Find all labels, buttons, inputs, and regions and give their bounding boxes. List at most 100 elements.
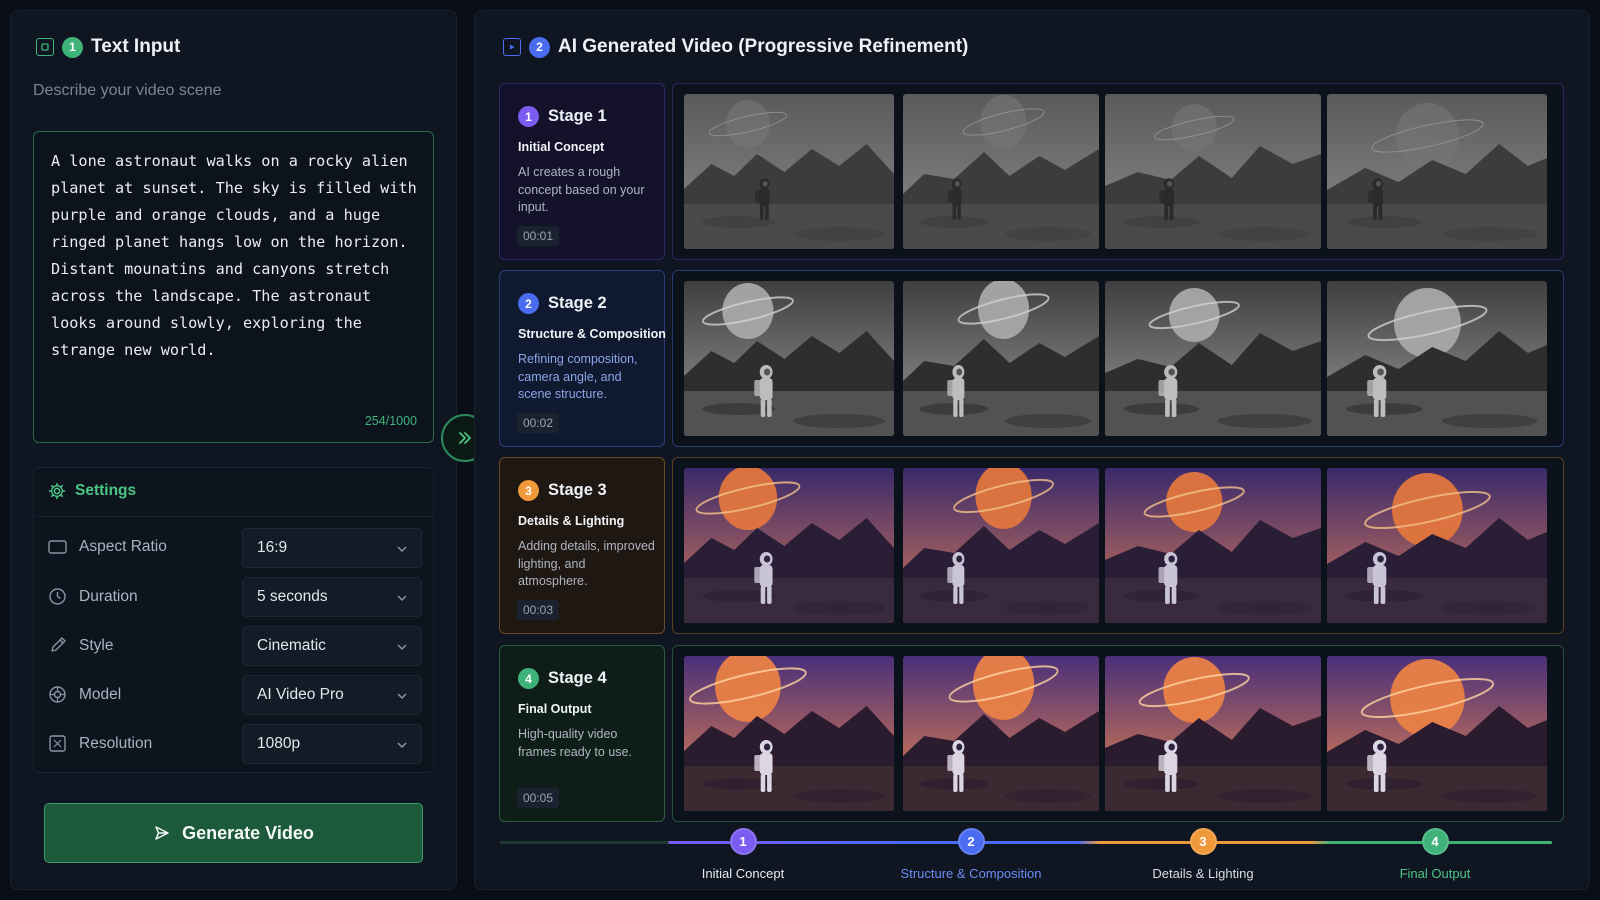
setting-row-resolution: Resolution 1080p [48, 724, 423, 764]
setting-label: Style [79, 636, 114, 654]
resolution-select[interactable]: 1080p [242, 724, 422, 764]
video-frame[interactable] [1327, 656, 1547, 811]
setting-label: Aspect Ratio [79, 538, 167, 555]
setting-label: Duration [79, 587, 138, 605]
video-frame[interactable] [684, 468, 894, 623]
resolution-icon [49, 735, 66, 752]
select-value: 1080p [257, 735, 301, 752]
aspect-ratio-icon [48, 540, 67, 554]
frames-strip-3 [672, 457, 1564, 634]
stage-description: AI creates a rough concept based on your… [518, 165, 645, 214]
frames-strip-4 [672, 645, 1564, 822]
video-frame[interactable] [684, 656, 894, 811]
stage-card-1[interactable]: 1 Stage 1 Initial Concept AI creates a r… [499, 83, 665, 260]
prompt-text[interactable]: A lone astronaut walks on a rocky alien … [51, 148, 421, 364]
stage-description: Refining composition, camera angle, and … [518, 352, 638, 401]
video-frame[interactable] [903, 94, 1099, 249]
gear-icon [48, 482, 66, 500]
select-value: 16:9 [257, 539, 288, 556]
frames-strip-2 [672, 270, 1564, 447]
select-value: 5 seconds [257, 588, 328, 605]
video-frame[interactable] [1105, 281, 1321, 436]
stage-card-4[interactable]: 4 Stage 4 Final Output High-quality vide… [499, 645, 665, 822]
stage-name: Structure & Composition [518, 327, 666, 341]
char-count: 254/1000 [364, 414, 417, 428]
stage-header: 3 Stage 3 [518, 480, 607, 501]
stage-description: Adding details, improved lighting, and a… [518, 539, 655, 588]
stage-name: Initial Concept [518, 140, 605, 154]
stage-header: 1 Stage 1 [518, 106, 607, 127]
generate-video-button[interactable]: Generate Video [44, 803, 423, 863]
video-frame[interactable] [1327, 281, 1547, 436]
stage-timestamp: 00:02 [517, 413, 560, 433]
timeline-label: Final Output [1399, 866, 1471, 881]
prompt-subtitle: Describe your video scene [33, 82, 222, 99]
double-chevron-right-icon [459, 432, 471, 444]
stage-number-badge: 2 [518, 293, 539, 314]
chevron-down-icon [397, 546, 407, 553]
text-input-header: 1 Text Input [36, 36, 180, 58]
stage-title: Stage 4 [548, 669, 607, 687]
video-frame[interactable] [903, 468, 1099, 623]
style-select[interactable]: Cinematic [242, 626, 422, 666]
stage-title: Stage 3 [548, 481, 607, 499]
model-select[interactable]: AI Video Pro [242, 675, 422, 715]
stage-timestamp: 00:05 [517, 788, 560, 808]
frames-strip-1 [672, 83, 1564, 260]
stage-name: Details & Lighting [518, 514, 625, 528]
brush-icon [51, 637, 66, 652]
setting-label: Model [79, 685, 122, 703]
settings-panel: Settings Aspect Ratio 16:9 Duration 5 se… [33, 467, 434, 773]
duration-select[interactable]: 5 seconds [242, 577, 422, 617]
settings-header: Settings [48, 482, 136, 500]
stage-header: 2 Stage 2 [518, 293, 607, 314]
chevron-down-icon [397, 742, 407, 749]
settings-title: Settings [75, 482, 137, 499]
stage-number-badge: 1 [518, 106, 539, 127]
progress-track [500, 841, 1552, 844]
stage-card-2[interactable]: 2 Stage 2 Structure & Composition Refini… [499, 270, 666, 447]
chevron-down-icon [397, 693, 407, 700]
video-frame[interactable] [1105, 468, 1321, 623]
stage-header: 4 Stage 4 [518, 668, 607, 689]
video-frame[interactable] [1105, 656, 1321, 811]
timeline-step-4[interactable]: 4 [1421, 828, 1449, 855]
stage-name: Final Output [518, 702, 592, 716]
setting-row-duration: Duration 5 seconds [48, 577, 423, 617]
stage-title: Stage 1 [548, 107, 607, 125]
video-frame[interactable] [903, 656, 1099, 811]
model-icon [49, 686, 66, 703]
stage-title: Stage 2 [548, 294, 607, 312]
video-frame[interactable] [903, 281, 1099, 436]
edit-frame-icon [36, 38, 54, 56]
chevron-down-icon [397, 644, 407, 651]
video-output-header: 2 AI Generated Video (Progressive Refine… [503, 36, 968, 58]
video-frame[interactable] [1327, 94, 1547, 249]
divider [34, 516, 433, 517]
timeline-step-2[interactable]: 2 [957, 828, 985, 855]
timeline-step-3[interactable]: 3 [1189, 828, 1217, 855]
timeline-label: Details & Lighting [1152, 866, 1254, 881]
chevron-down-icon [397, 595, 407, 602]
panel-title: AI Generated Video (Progressive Refineme… [558, 36, 969, 57]
video-frame-icon [503, 38, 521, 56]
video-frame[interactable] [1327, 468, 1547, 623]
video-frame[interactable] [684, 281, 894, 436]
stage-card-3[interactable]: 3 Stage 3 Details & Lighting Adding deta… [499, 457, 665, 634]
stage-timestamp: 00:01 [517, 226, 560, 246]
send-icon [155, 826, 169, 840]
setting-label: Resolution [79, 734, 153, 752]
select-value: Cinematic [257, 637, 326, 654]
prompt-textarea[interactable]: A lone astronaut walks on a rocky alien … [33, 131, 434, 443]
timeline-label: Structure & Composition [900, 866, 1042, 881]
stage-timestamp: 00:03 [517, 600, 560, 620]
video-frame[interactable] [1105, 94, 1321, 249]
setting-row-aspect-ratio: Aspect Ratio 16:9 [48, 528, 423, 568]
setting-row-style: Style Cinematic [48, 626, 423, 666]
video-frame[interactable] [684, 94, 894, 249]
step-badge: 1 [62, 36, 83, 58]
aspect-ratio-select[interactable]: 16:9 [242, 528, 422, 568]
select-value: AI Video Pro [257, 686, 344, 703]
timeline-step-1[interactable]: 1 [729, 828, 757, 855]
timeline-label: Initial Concept [701, 866, 785, 881]
